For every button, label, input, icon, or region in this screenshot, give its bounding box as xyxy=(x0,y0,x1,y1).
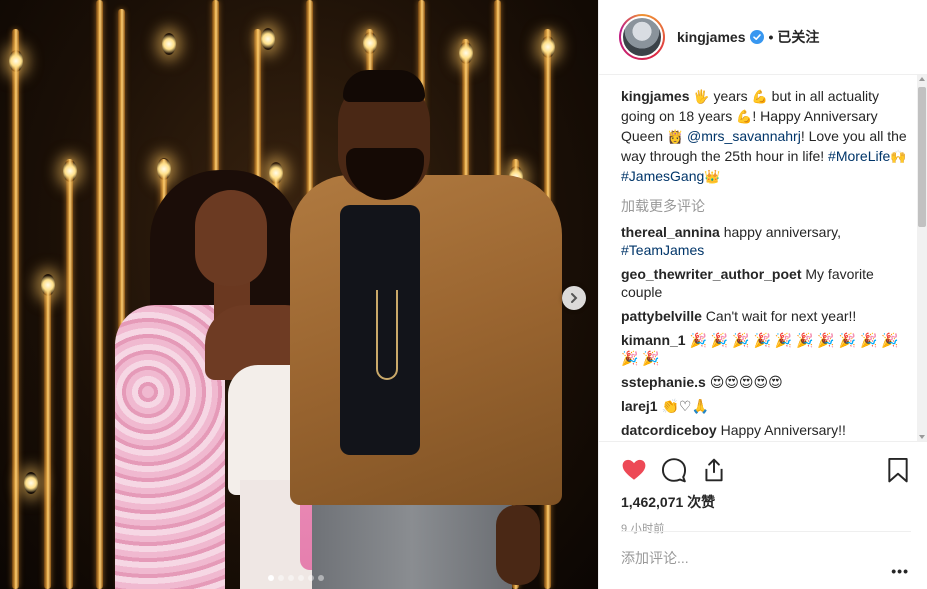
comment-button[interactable] xyxy=(661,457,687,483)
caption-username[interactable]: kingjames xyxy=(621,88,689,104)
caption-emoji: 👑 xyxy=(704,170,721,185)
more-options-button[interactable]: ••• xyxy=(891,563,909,579)
caption-link[interactable]: @mrs_savannahrj xyxy=(687,128,801,144)
light-bulb xyxy=(541,36,555,58)
caption-emoji: 🙌 xyxy=(890,150,907,165)
comment-username[interactable]: kimann_1 xyxy=(621,332,686,348)
light-pole xyxy=(66,159,73,589)
scrollbar-thumb[interactable] xyxy=(918,87,926,227)
comment-item: datcordiceboy Happy Anniversary!! xyxy=(621,421,909,439)
scrollbar[interactable] xyxy=(917,75,927,441)
post-caption: kingjames 🖐 years 💪 but in all actuality… xyxy=(621,87,909,187)
post-header: kingjames • 已关注 xyxy=(599,0,927,75)
comment-username[interactable]: pattybelville xyxy=(621,308,702,324)
comment-text: Can't wait for next year!! xyxy=(701,308,857,324)
light-bulb xyxy=(261,28,275,50)
comment-username[interactable]: thereal_annina xyxy=(621,224,720,240)
comment-text: 👏♡🙏 xyxy=(657,398,709,414)
carousel-dot xyxy=(308,575,314,581)
instagram-post: kingjames • 已关注 kingjames 🖐 years 💪 but … xyxy=(0,0,927,589)
save-button[interactable] xyxy=(885,457,911,483)
like-count[interactable]: 1,462,071 次赞 xyxy=(621,492,911,512)
load-more-comments-button[interactable]: 加载更多评论 xyxy=(621,197,909,215)
post-side-panel: kingjames • 已关注 kingjames 🖐 years 💪 but … xyxy=(598,0,927,589)
carousel-dot xyxy=(288,575,294,581)
light-bulb xyxy=(162,33,176,55)
post-actions: 1,462,071 次赞 9 小时前 xyxy=(599,441,927,535)
scroll-down-arrow-icon[interactable] xyxy=(919,435,925,439)
comment-text: Happy Anniversary!! xyxy=(716,422,846,438)
light-bulb xyxy=(24,472,38,494)
caption-emoji: 💪 xyxy=(751,90,768,105)
add-comment-section: ••• xyxy=(621,531,911,589)
necklace xyxy=(376,290,398,380)
carousel-dot xyxy=(268,575,274,581)
comment-hashtag-link[interactable]: #TeamJames xyxy=(621,242,704,258)
share-button[interactable] xyxy=(701,457,727,483)
caption-emoji: 👸 xyxy=(666,130,684,145)
suede-jacket xyxy=(290,175,562,505)
comment-bubble-icon xyxy=(661,458,687,483)
light-bulb xyxy=(459,42,473,64)
comments-list[interactable]: kingjames 🖐 years 💪 but in all actuality… xyxy=(599,75,927,441)
caption-text-segment: years xyxy=(709,88,752,104)
light-bulb xyxy=(41,274,55,296)
comment-item: larej1 👏♡🙏 xyxy=(621,397,909,415)
post-photo[interactable] xyxy=(0,0,598,589)
like-count-number: 1,462,071 xyxy=(621,494,684,510)
scroll-up-arrow-icon[interactable] xyxy=(919,77,925,81)
share-icon xyxy=(705,458,723,482)
like-button[interactable] xyxy=(621,457,647,483)
man-hair xyxy=(343,70,425,102)
comment-username[interactable]: larej1 xyxy=(621,398,658,414)
woman-face xyxy=(195,190,267,286)
carousel-dot xyxy=(278,575,284,581)
caption-link[interactable]: #JamesGang xyxy=(621,168,704,184)
comment-item: thereal_annina happy anniversary, #TeamJ… xyxy=(621,223,909,259)
comment-input[interactable] xyxy=(621,550,861,566)
light-pole xyxy=(96,0,103,589)
separator-dot: • xyxy=(768,29,774,45)
comment-text: happy anniversary, xyxy=(719,224,841,240)
follow-status-button[interactable]: 已关注 xyxy=(777,27,819,47)
avatar[interactable] xyxy=(619,14,665,60)
comment-username[interactable]: geo_thewriter_author_poet xyxy=(621,266,801,282)
light-bulb xyxy=(63,160,77,182)
light-bulb xyxy=(157,158,171,180)
header-username[interactable]: kingjames xyxy=(677,29,745,45)
caption-emoji: 🖐 xyxy=(693,90,710,105)
comment-username[interactable]: sstephanie.s xyxy=(621,374,706,390)
bookmark-icon xyxy=(888,457,908,483)
carousel-dots xyxy=(268,575,324,581)
heart-icon xyxy=(622,459,646,480)
comment-item: sstephanie.s 😍😍😍😍😍 xyxy=(621,373,909,391)
chevron-right-icon xyxy=(571,293,578,303)
light-bulb xyxy=(363,32,377,54)
comment-item: pattybelville Can't wait for next year!! xyxy=(621,307,909,325)
man-hand xyxy=(496,505,540,585)
comment-username[interactable]: datcordiceboy xyxy=(621,422,717,438)
carousel-dot xyxy=(298,575,304,581)
comment-container: thereal_annina happy anniversary, #TeamJ… xyxy=(621,223,909,439)
avatar-image xyxy=(621,16,663,58)
like-count-label: 次赞 xyxy=(687,494,716,510)
light-pole xyxy=(44,289,51,589)
caption-link[interactable]: #MoreLife xyxy=(828,148,890,164)
next-slide-button[interactable] xyxy=(562,286,586,310)
light-bulb xyxy=(269,162,283,184)
comment-item: kimann_1 🎉 🎉 🎉 🎉 🎉 🎉 🎉 🎉 🎉 🎉 🎉 🎉 xyxy=(621,331,909,367)
action-icons xyxy=(621,450,911,490)
carousel-dot xyxy=(318,575,324,581)
light-bulb xyxy=(9,50,23,72)
caption-emoji: 💪 xyxy=(736,110,753,125)
comment-item: geo_thewriter_author_poet My favorite co… xyxy=(621,265,909,301)
light-pole xyxy=(12,29,19,589)
comment-text: 😍😍😍😍😍 xyxy=(705,374,783,390)
verified-badge-icon xyxy=(750,30,765,44)
